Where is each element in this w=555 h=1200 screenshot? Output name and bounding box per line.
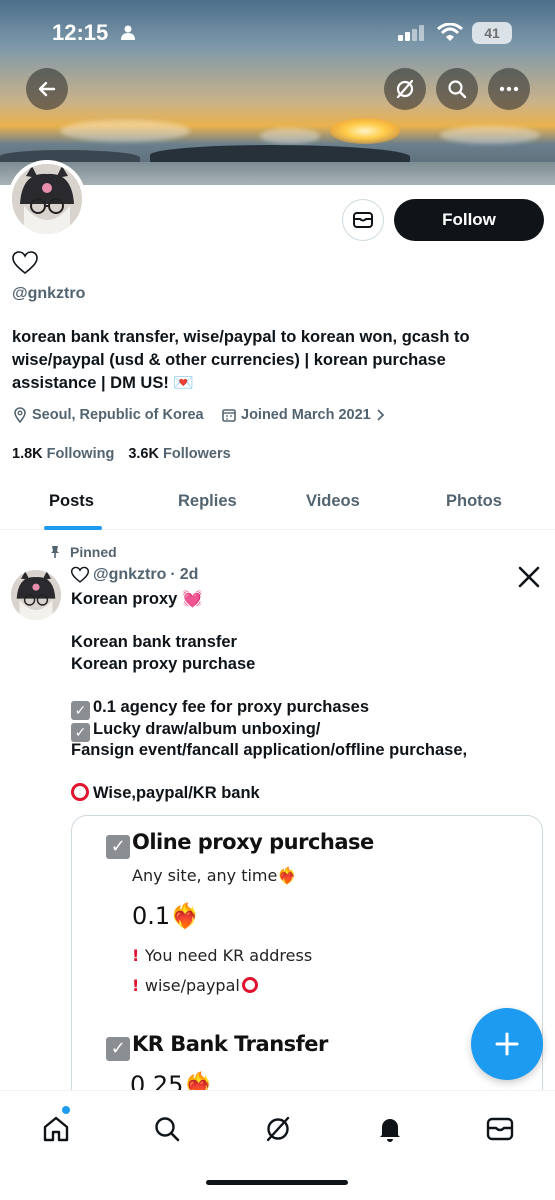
post-time[interactable]: 2d bbox=[180, 566, 199, 584]
profile-bio: korean bank transfer, wise/paypal to kor… bbox=[12, 328, 470, 392]
location-pin-icon bbox=[14, 407, 26, 423]
checkbox-icon: ✓ bbox=[71, 722, 90, 742]
profile-avatar[interactable] bbox=[8, 160, 86, 238]
banner-cloud bbox=[260, 128, 320, 144]
compose-button[interactable] bbox=[471, 1008, 543, 1080]
banner-cloud bbox=[440, 126, 540, 144]
tab-posts[interactable]: Posts bbox=[49, 492, 94, 511]
post-line-blank bbox=[71, 762, 541, 784]
cellular-signal-icon bbox=[398, 25, 424, 41]
search-icon bbox=[155, 1117, 180, 1142]
card-text: Any site, any time❤️‍🔥 bbox=[132, 866, 298, 885]
avatar-image bbox=[11, 570, 61, 620]
back-button[interactable] bbox=[26, 68, 68, 110]
location-text: Seoul, Republic of Korea bbox=[32, 407, 204, 423]
more-button[interactable] bbox=[488, 68, 530, 110]
follow-counts: 1.8K Following 3.6K Followers bbox=[12, 446, 231, 462]
home-icon bbox=[43, 1116, 69, 1142]
person-icon bbox=[121, 25, 135, 40]
card-text: ! You need KR address bbox=[132, 946, 313, 965]
post-avatar[interactable] bbox=[11, 570, 61, 620]
pin-icon bbox=[51, 546, 59, 558]
home-indicator bbox=[206, 1180, 348, 1185]
nav-messages[interactable] bbox=[480, 1109, 520, 1149]
arrow-left-icon bbox=[38, 81, 56, 97]
profile-tabs: Posts Replies Videos Photos bbox=[0, 478, 555, 530]
card-heading: ✓ KR Bank Transfer bbox=[106, 1032, 328, 1061]
more-icon bbox=[499, 86, 519, 92]
battery-indicator: 41 bbox=[472, 22, 512, 44]
tab-photos[interactable]: Photos bbox=[446, 492, 502, 511]
grok-icon bbox=[396, 79, 414, 99]
post-line-blank bbox=[71, 675, 541, 697]
checkbox-icon: ✓ bbox=[106, 835, 130, 859]
card-heading: ✓ Oline proxy purchase bbox=[106, 830, 374, 859]
card-value: 0.1❤️‍🔥 bbox=[132, 902, 201, 930]
grok-button[interactable] bbox=[384, 68, 426, 110]
exclamation-icon: ! bbox=[132, 946, 145, 965]
checkbox-icon: ✓ bbox=[71, 700, 90, 720]
pinned-label: Pinned bbox=[48, 544, 117, 560]
chevron-right-icon bbox=[377, 409, 385, 421]
post-line: Korean proxy 💓 bbox=[71, 590, 203, 608]
red-circle-icon bbox=[241, 977, 258, 993]
active-tab-indicator bbox=[44, 526, 102, 530]
nav-grok[interactable] bbox=[258, 1109, 298, 1149]
plus-icon bbox=[495, 1032, 519, 1056]
nav-home[interactable] bbox=[36, 1109, 76, 1149]
joined-text: Joined March 2021 bbox=[241, 407, 371, 423]
post-line: ✓ Lucky draw/album unboxing/ bbox=[71, 719, 541, 742]
pinned-text: Pinned bbox=[70, 544, 117, 560]
banner-cloud bbox=[60, 120, 190, 142]
x-logo-icon[interactable] bbox=[518, 566, 540, 588]
checkbox-icon: ✓ bbox=[106, 1037, 130, 1061]
profile-handle: @gnkztro bbox=[12, 285, 86, 302]
nav-notifications[interactable] bbox=[370, 1109, 410, 1149]
red-circle-icon bbox=[71, 783, 89, 802]
tab-replies[interactable]: Replies bbox=[178, 492, 237, 511]
grok-icon bbox=[266, 1116, 290, 1142]
message-button[interactable] bbox=[342, 199, 384, 241]
post-image[interactable]: ✓ Oline proxy purchase Any site, any time… bbox=[71, 815, 543, 1105]
nav-search[interactable] bbox=[147, 1109, 187, 1149]
status-bar: 12:15 41 bbox=[0, 18, 555, 48]
post-line: Fansign event/fancall application/offlin… bbox=[71, 741, 468, 760]
wifi-icon bbox=[437, 23, 463, 41]
bell-icon bbox=[380, 1119, 400, 1142]
post-line-blank bbox=[71, 611, 541, 633]
post-line: Wise,paypal/KR bank bbox=[71, 783, 541, 805]
post-line: Korean bank transfer bbox=[71, 633, 237, 652]
post-text: Korean proxy 💓 Korean bank transfer Kore… bbox=[71, 589, 541, 805]
card-text: ! wise/paypal bbox=[132, 976, 258, 995]
tab-videos[interactable]: Videos bbox=[306, 492, 360, 511]
following-link[interactable]: 1.8K Following bbox=[12, 446, 114, 462]
author-heart-icon bbox=[71, 566, 89, 583]
display-name-heart-icon bbox=[12, 251, 38, 275]
post-line: Korean proxy purchase bbox=[71, 654, 256, 673]
avatar-image bbox=[12, 164, 82, 234]
profile-joined[interactable]: Joined March 2021 bbox=[221, 407, 385, 423]
post-handle[interactable]: @gnkztro bbox=[93, 566, 166, 584]
notification-dot bbox=[62, 1106, 70, 1114]
banner-sea bbox=[0, 162, 555, 185]
banner-sun bbox=[330, 118, 400, 144]
post-separator: · bbox=[170, 566, 176, 583]
status-time: 12:15 bbox=[52, 20, 109, 45]
envelope-icon bbox=[486, 1117, 514, 1141]
post-header: @gnkztro · 2d bbox=[71, 566, 198, 584]
followers-link[interactable]: 3.6K Followers bbox=[128, 446, 230, 462]
search-button[interactable] bbox=[436, 68, 478, 110]
post-line: ✓ 0.1 agency fee for proxy purchases bbox=[71, 697, 541, 720]
envelope-icon bbox=[353, 212, 373, 228]
profile-location: Seoul, Republic of Korea bbox=[12, 407, 204, 423]
calendar-icon bbox=[222, 409, 236, 422]
search-icon bbox=[448, 80, 467, 99]
exclamation-icon: ! bbox=[132, 976, 145, 995]
follow-button[interactable]: Follow bbox=[394, 199, 544, 241]
